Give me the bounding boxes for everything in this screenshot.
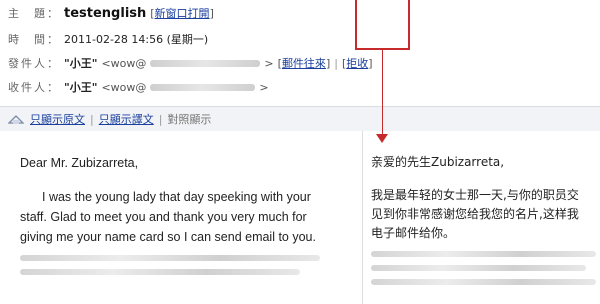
subject-value-wrap: testenglish [新窗口打開] xyxy=(64,5,214,21)
redacted-email xyxy=(150,59,261,67)
reject-link[interactable]: 拒收 xyxy=(346,57,368,70)
annotation-arrow-head xyxy=(376,134,388,143)
from-email-prefix: <wow@ xyxy=(101,56,147,70)
compare-view-label: 對照顯示 xyxy=(167,113,212,126)
time-label: 時 間： xyxy=(8,33,60,46)
chinese-line-2: 见到你非常感谢您给我您的名片,这样我 xyxy=(371,207,579,221)
original-text-pane: Dear Mr. Zubizarreta, I was the young la… xyxy=(0,131,363,304)
redacted-line xyxy=(20,255,320,261)
subject-label: 主 題： xyxy=(8,7,60,20)
annotation-box xyxy=(355,0,410,50)
chinese-line-1: 我是最年轻的女士那一天,与你的职员交 xyxy=(371,188,579,202)
chinese-greeting: 亲爱的先生Zubizarreta, xyxy=(371,155,505,169)
open-new-window-link[interactable]: 新窗口打開 xyxy=(155,7,210,20)
to-label: 收件人： xyxy=(8,81,60,94)
new-window-link-wrap: [新窗口打開] xyxy=(150,7,214,20)
to-name: "小王" xyxy=(64,81,98,94)
english-paragraph: I was the young lady that day speeking w… xyxy=(20,190,316,244)
to-email-suffix: > xyxy=(259,80,269,94)
mail-header: 主 題： testenglish [新窗口打開] 時 間： 2011-02-28… xyxy=(0,0,600,106)
from-email-suffix: > xyxy=(264,56,274,70)
annotation-arrow-line xyxy=(382,50,383,138)
time-value: 2011-02-28 14:56 (星期一) xyxy=(64,33,209,46)
to-value-wrap: "小王" <wow@ > xyxy=(64,79,269,95)
translation-toolbar: 只顯示原文 | 只顯示譯文 | 對照顯示 xyxy=(0,106,600,132)
to-email-prefix: <wow@ xyxy=(101,80,147,94)
show-original-link[interactable]: 只顯示原文 xyxy=(30,111,85,127)
redacted-line xyxy=(371,265,586,271)
from-value-wrap: "小王" <wow@ > [郵件往來] | [拒收] xyxy=(64,56,373,71)
english-body: Dear Mr. Zubizarreta, I was the young la… xyxy=(20,153,340,275)
translate-icon xyxy=(7,113,25,125)
redacted-line xyxy=(371,279,596,285)
mail-history-link[interactable]: 郵件往來 xyxy=(282,57,326,70)
chinese-line-3: 电子邮件给你。 xyxy=(371,226,456,240)
from-label: 發件人： xyxy=(8,57,60,70)
translation-pane: 亲爱的先生Zubizarreta, 我是最年轻的女士那一天,与你的职员交 见到你… xyxy=(363,131,600,304)
redacted-email xyxy=(150,83,256,91)
from-name: "小王" xyxy=(64,57,98,70)
redacted-line xyxy=(20,269,300,275)
english-greeting: Dear Mr. Zubizarreta, xyxy=(20,156,139,170)
subject-text: testenglish xyxy=(64,5,147,21)
chinese-body: 亲爱的先生Zubizarreta, 我是最年轻的女士那一天,与你的职员交 见到你… xyxy=(371,153,600,285)
redacted-line xyxy=(371,251,596,257)
show-translation-link[interactable]: 只顯示譯文 xyxy=(99,111,154,127)
